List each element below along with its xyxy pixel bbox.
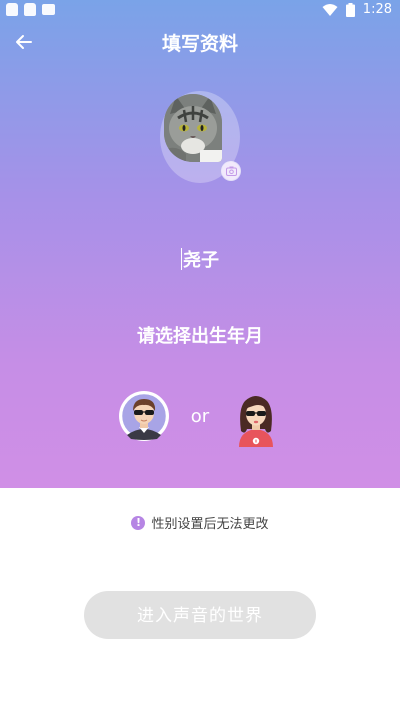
avatar-upload[interactable]: [160, 91, 240, 183]
qq-icon-2: [24, 3, 36, 16]
gender-or-label: or: [190, 406, 210, 427]
camera-icon: [225, 166, 237, 176]
avatar-cat-photo: [164, 94, 222, 162]
gender-hint-text: 性别设置后无法更改: [151, 517, 269, 532]
battery-icon: [345, 2, 355, 17]
qq-icon: [6, 3, 18, 16]
wifi-icon: [322, 3, 338, 16]
status-bar: 1:28: [0, 0, 400, 22]
app-header: 填写资料: [0, 22, 400, 62]
gender-male-option[interactable]: [119, 391, 169, 441]
status-time: 1:28: [362, 2, 392, 17]
gender-female-option[interactable]: [231, 391, 281, 447]
nickname-input[interactable]: 尧子: [100, 246, 300, 276]
status-right: 1:28: [322, 2, 392, 17]
nickname-value: 尧子: [183, 250, 219, 271]
male-avatar-icon: [119, 391, 169, 441]
cat-photo-image: [164, 94, 222, 162]
text-caret: [181, 248, 182, 270]
app-notification-icon: [42, 4, 55, 15]
enter-world-button[interactable]: 进入声音的世界: [84, 591, 316, 639]
gender-hint: ! 性别设置后无法更改: [0, 513, 400, 532]
birthdate-selector[interactable]: 请选择出生年月: [0, 322, 400, 348]
camera-badge[interactable]: [222, 162, 240, 180]
status-notification-icons: [6, 3, 55, 16]
warning-icon: !: [131, 515, 146, 530]
female-avatar-icon: [239, 396, 273, 447]
page-title: 填写资料: [161, 33, 238, 55]
